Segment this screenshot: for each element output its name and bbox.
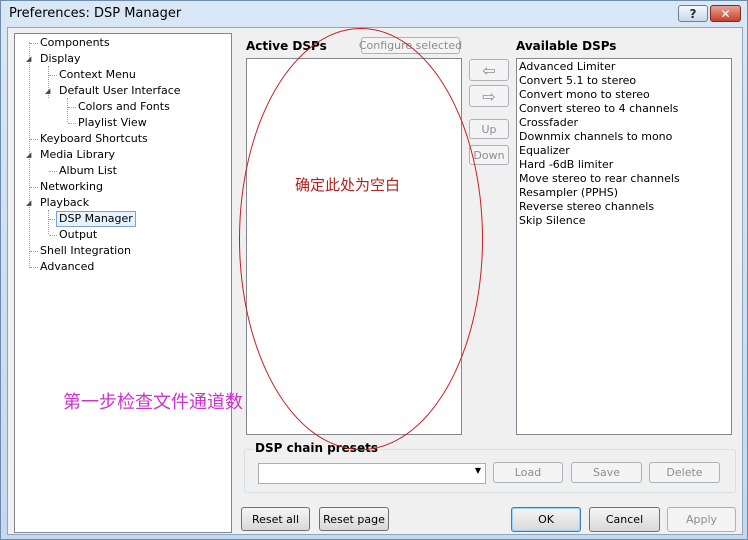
available-dsp-item[interactable]: Equalizer [517, 144, 731, 158]
tree-line [49, 235, 57, 236]
preferences-window: Preferences: DSP Manager ? ✕ Components … [0, 0, 748, 540]
ok-button[interactable]: OK [511, 507, 581, 532]
add-dsp-button[interactable]: ⇨ [469, 85, 509, 107]
tree-line [30, 267, 38, 268]
tree-item-networking[interactable]: Networking [38, 179, 105, 195]
close-icon: ✕ [720, 6, 731, 21]
tree-item-colors-and-fonts[interactable]: Colors and Fonts [76, 99, 172, 115]
available-dsp-item[interactable]: Reverse stereo channels [517, 200, 731, 214]
presets-combo[interactable]: ▼ [258, 463, 486, 484]
tree-line [30, 251, 38, 252]
available-dsp-item[interactable]: Hard -6dB limiter [517, 158, 731, 172]
tree-line [49, 75, 57, 76]
tree-line [30, 139, 38, 140]
move-up-button[interactable]: Up [469, 119, 509, 139]
tree-item-playlist-view[interactable]: Playlist View [76, 115, 149, 131]
title-bar[interactable]: Preferences: DSP Manager ? ✕ [1, 1, 747, 27]
available-dsp-item[interactable]: Convert 5.1 to stereo [517, 74, 731, 88]
tree-line [49, 171, 57, 172]
cancel-button[interactable]: Cancel [589, 507, 660, 532]
arrow-left-icon: ⇦ [482, 60, 496, 80]
close-button[interactable]: ✕ [710, 5, 741, 22]
load-preset-button[interactable]: Load [493, 462, 563, 483]
move-down-button[interactable]: Down [469, 145, 509, 165]
available-dsp-item[interactable]: Move stereo to rear channels [517, 172, 731, 186]
preferences-tree[interactable]: Components ◢ Display Context Menu ◢ Defa… [14, 33, 232, 533]
apply-button[interactable]: Apply [667, 507, 736, 532]
annotation-pink-note: 第一步检查文件通道数 [63, 392, 243, 413]
tree-line [48, 210, 49, 234]
tree-item-output[interactable]: Output [57, 227, 99, 243]
chevron-down-icon[interactable]: ▼ [475, 466, 481, 475]
tree-item-dsp-manager[interactable]: DSP Manager [56, 211, 136, 227]
save-preset-button[interactable]: Save [571, 462, 642, 483]
available-dsp-item[interactable]: Resampler (PPHS) [517, 186, 731, 200]
reset-page-button[interactable]: Reset page [319, 507, 389, 531]
expanded-arrow-icon[interactable]: ◢ [26, 51, 31, 67]
available-dsp-item[interactable]: Downmix channels to mono [517, 130, 731, 144]
expanded-arrow-icon[interactable]: ◢ [26, 195, 31, 211]
tree-line [68, 107, 76, 108]
tree-line [30, 187, 38, 188]
tree-line [68, 123, 76, 124]
window-title: Preferences: DSP Manager [9, 6, 182, 21]
available-dsp-item[interactable]: Convert stereo to 4 channels [517, 102, 731, 116]
available-dsp-item[interactable]: Skip Silence [517, 214, 731, 228]
help-icon: ? [689, 6, 697, 21]
tree-line [67, 98, 68, 122]
available-dsp-item[interactable]: Convert mono to stereo [517, 88, 731, 102]
delete-preset-button[interactable]: Delete [649, 462, 720, 483]
annotation-red-note: 确定此处为空白 [295, 176, 401, 194]
tree-item-default-user-interface[interactable]: Default User Interface [57, 83, 183, 99]
tree-item-advanced[interactable]: Advanced [38, 259, 96, 275]
tree-line [30, 43, 38, 44]
available-dsps-list[interactable]: Advanced Limiter Convert 5.1 to stereo Con… [516, 58, 732, 435]
annotation-ellipse [239, 28, 483, 450]
available-dsp-item[interactable]: Crossfader [517, 116, 731, 130]
tree-item-context-menu[interactable]: Context Menu [57, 67, 138, 83]
available-dsps-heading: Available DSPs [516, 39, 617, 53]
tree-item-components[interactable]: Components [38, 35, 112, 51]
remove-dsp-button[interactable]: ⇦ [469, 59, 509, 81]
available-dsp-item[interactable]: Advanced Limiter [517, 60, 731, 74]
reset-all-button[interactable]: Reset all [241, 507, 310, 531]
tree-item-media-library[interactable]: Media Library [38, 147, 117, 163]
expanded-arrow-icon[interactable]: ◢ [26, 147, 31, 163]
tree-item-shell-integration[interactable]: Shell Integration [38, 243, 133, 259]
expanded-arrow-icon[interactable]: ◢ [45, 83, 50, 99]
tree-item-album-list[interactable]: Album List [57, 163, 119, 179]
tree-item-display[interactable]: Display [38, 51, 83, 67]
arrow-right-icon: ⇨ [482, 86, 496, 106]
help-button[interactable]: ? [678, 5, 708, 22]
tree-item-keyboard-shortcuts[interactable]: Keyboard Shortcuts [38, 131, 150, 147]
tree-item-playback[interactable]: Playback [38, 195, 91, 211]
